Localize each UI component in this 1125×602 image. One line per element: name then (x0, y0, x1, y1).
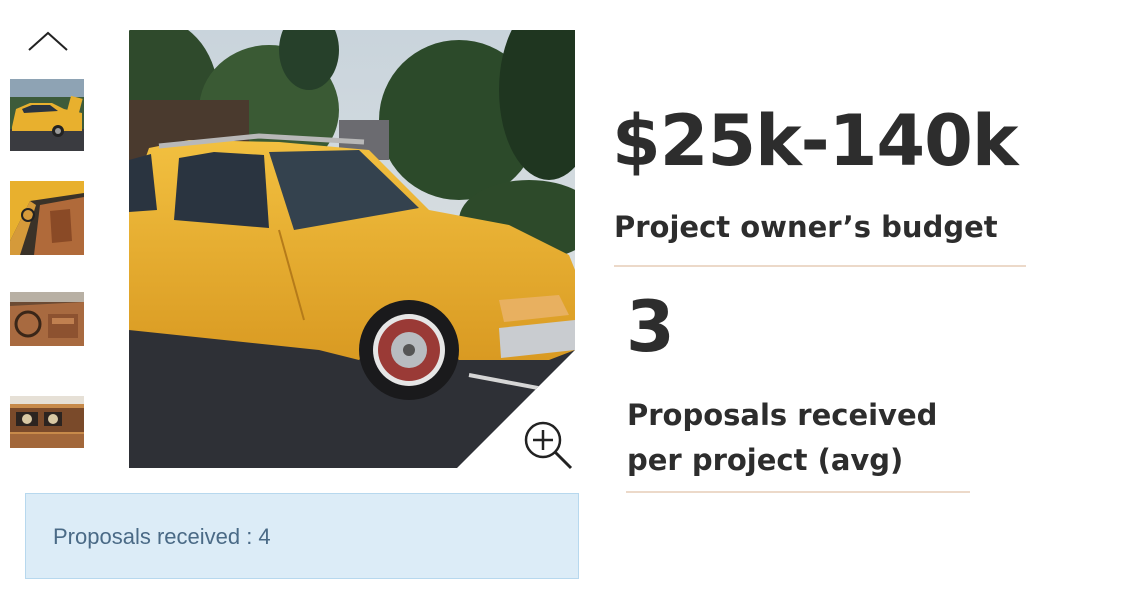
divider (626, 491, 970, 493)
divider (614, 265, 1026, 267)
proposals-received-banner: Proposals received : 4 (25, 493, 579, 579)
main-product-photo[interactable] (129, 30, 575, 470)
average-proposals-label-line2: per project (avg) (627, 443, 904, 477)
zoom-in-icon[interactable] (521, 418, 577, 474)
average-proposals-value: 3 (626, 286, 675, 368)
chevron-up-icon[interactable] (26, 28, 70, 54)
project-stats-page: Proposals received : 4 $25k-140k Project… (0, 0, 1125, 602)
thumbnail-exterior[interactable] (10, 79, 84, 151)
thumbnail-interior-door[interactable] (10, 181, 84, 255)
thumbnail-dashboard[interactable] (10, 396, 84, 448)
average-proposals-label-line1: Proposals received (627, 398, 938, 432)
budget-value: $25k-140k (612, 100, 1018, 182)
average-proposals-label: Proposals received per project (avg) (627, 393, 987, 483)
proposals-received-text: Proposals received : 4 (53, 524, 271, 549)
thumbnail-interior-seats[interactable] (10, 292, 84, 346)
budget-label: Project owner’s budget (614, 210, 998, 244)
